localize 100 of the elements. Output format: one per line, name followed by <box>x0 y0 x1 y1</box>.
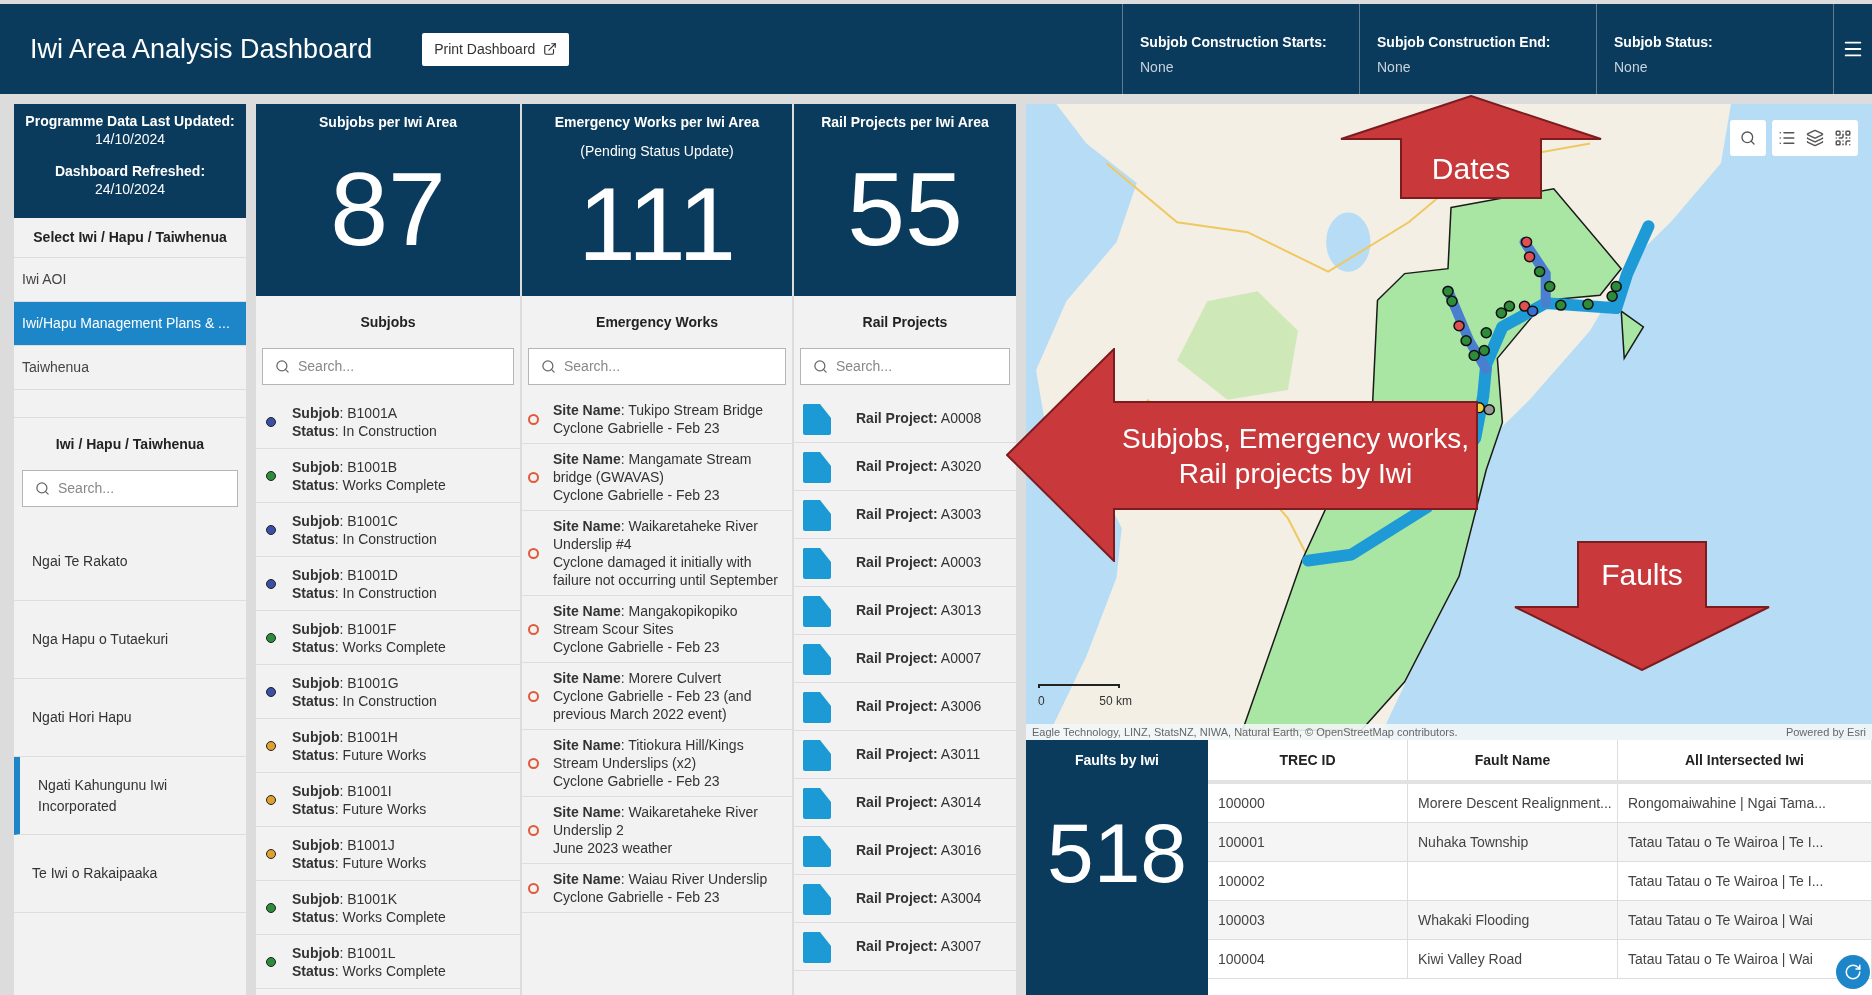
subjob-item[interactable]: Subjob: B1001F Status: Works Complete <box>256 611 520 665</box>
filter-option[interactable]: Iwi/Hapu Management Plans & ... <box>14 302 246 346</box>
table-cell-text: Tatau Tatau o Te Wairoa | Wai <box>1628 910 1813 930</box>
list-title: Subjobs <box>360 312 416 332</box>
table-row[interactable]: 100002 Tatau Tatau o Te Wairoa | Te I... <box>1208 862 1872 901</box>
emergency-item[interactable]: Site Name: Titiokura Hill/Kings Stream Underslips (x2) Cyclone Gabrielle - Feb 23 <box>522 730 792 797</box>
rail-project-item[interactable]: Rail Project: A3016 <box>794 827 1016 875</box>
filter-value: None <box>1614 58 1649 77</box>
rail-shape-icon <box>802 833 832 868</box>
ring-icon <box>528 471 539 483</box>
subjob-item[interactable]: Subjob: B1001C Status: In Construction <box>256 503 520 557</box>
filter-panel[interactable]: Subjob Construction End: None <box>1359 4 1596 94</box>
iwi-list-item[interactable]: Ngati Kahungunu Iwi Incorporated <box>14 757 246 835</box>
grid-icon[interactable] <box>1834 129 1852 147</box>
table-cell-text: Tatau Tatau o Te Wairoa | Wai <box>1628 949 1813 969</box>
kpi-value: 111 <box>577 172 737 276</box>
column-header[interactable]: All Intersected Iwi <box>1618 740 1872 780</box>
filter-panel[interactable]: Subjob Status: None <box>1596 4 1833 94</box>
rail-project-label: Rail Project: A0003 <box>856 553 982 572</box>
dashboard-title: Iwi Area Analysis Dashboard <box>30 32 373 66</box>
iwi-list-item[interactable]: Te Iwi o Rakaipaaka <box>14 835 246 913</box>
rail-project-item[interactable]: Rail Project: A3013 <box>794 587 1016 635</box>
emergency-item[interactable]: Site Name: Mangamate Stream bridge (GWAVAS) Cyclone Gabrielle - Feb 23 <box>522 444 792 511</box>
callout-label: Faults <box>1601 556 1683 593</box>
ring-icon <box>528 547 539 559</box>
search-icon <box>1740 130 1756 146</box>
table-row[interactable]: 100000 Morere Descent Realignment... Rongomaiwahine | Ngai Tama... <box>1208 784 1872 823</box>
filter-option[interactable]: Taiwhenua <box>14 346 246 390</box>
subjob-item[interactable]: Subjob: B1001B Status: Works Complete <box>256 449 520 503</box>
rail-project-item[interactable]: Rail Project: A3004 <box>794 875 1016 923</box>
site-name: Site Name: Tukipo Stream Bridge <box>553 401 764 419</box>
kpi-title: Emergency Works per Iwi Area <box>554 113 760 132</box>
ring-icon <box>528 413 539 425</box>
emergency-item[interactable]: Site Name: Waiau River Underslip Cyclone Gabrielle - Feb 23 <box>522 864 792 913</box>
emergency-item[interactable]: Site Name: Morere Culvert Cyclone Gabrielle - Feb 23 (and previous March 2022 event) <box>522 663 792 730</box>
table-row[interactable]: 100004 Kiwi Valley Road Tatau Tatau o Te Wairoa | Wai <box>1208 940 1872 979</box>
rail-project-label: Rail Project: A3011 <box>856 745 981 764</box>
emergency-item[interactable]: Site Name: Tukipo Stream Bridge Cyclone Gabrielle - Feb 23 <box>522 395 792 444</box>
search-field[interactable]: Search... <box>22 470 238 507</box>
iwi-list-item[interactable]: Ngai Te Rakato <box>14 523 246 601</box>
rail-project-item[interactable]: Rail Project: A0003 <box>794 539 1016 587</box>
subjob-item[interactable]: Subjob: B1001A Status: In Construction <box>256 395 520 449</box>
rail-project-item[interactable]: Rail Project: A3007 <box>794 923 1016 971</box>
rail-shape-icon <box>802 449 832 484</box>
ring-icon <box>528 690 539 702</box>
search-input[interactable]: Search... <box>564 356 773 377</box>
iwi-list-item[interactable]: Ngati Hori Hapu <box>14 679 246 757</box>
list-title: Select Iwi / Hapu / Taiwhenua <box>14 218 246 258</box>
iwi-list-item[interactable]: Nga Hapu o Tutaekuri <box>14 601 246 679</box>
table-row[interactable]: 100003 Whakaki Flooding Tatau Tatau o Te Wairoa | Wai <box>1208 901 1872 940</box>
kpi-value: 55 <box>847 157 963 261</box>
column-header[interactable]: Fault Name <box>1408 740 1618 780</box>
filter-value: None <box>1377 58 1412 77</box>
search-field[interactable]: Search... <box>800 348 1010 385</box>
rail-project-label: Rail Project: A3020 <box>856 457 982 476</box>
rail-project-label: Rail Project: A3003 <box>856 505 982 524</box>
subjob-item[interactable]: Subjob: B1001K Status: Works Complete <box>256 881 520 935</box>
rail-project-item[interactable]: Rail Project: A0007 <box>794 635 1016 683</box>
emergency-item[interactable]: Site Name: Waikaretaheke River Underslip 2 June 2023 weather <box>522 797 792 864</box>
search-icon <box>35 481 50 496</box>
search-input[interactable]: Search... <box>58 478 225 499</box>
table-cell-text: Kiwi Valley Road <box>1418 949 1522 969</box>
search-button[interactable] <box>1730 120 1766 156</box>
subjob-status: Status: Works Complete <box>292 961 446 980</box>
kpi-subtitle: (Pending Status Update) <box>580 142 734 161</box>
list-title: Iwi / Hapu / Taiwhenua <box>54 434 206 454</box>
print-dashboard-button[interactable]: Print Dashboard <box>422 32 570 66</box>
rail-shape-icon <box>802 737 832 772</box>
search-input[interactable]: Search... <box>836 356 997 377</box>
subjob-item[interactable]: Subjob: B1001H Status: Future Works <box>256 719 520 773</box>
subjob-id: Subjob: B1001L <box>292 943 397 962</box>
search-icon <box>813 359 828 374</box>
rail-project-item[interactable]: Rail Project: A3014 <box>794 779 1016 827</box>
subjob-id: Subjob: B1001J <box>292 835 396 854</box>
subjob-id: Subjob: B1001C <box>292 511 399 530</box>
search-field[interactable]: Search... <box>528 348 786 385</box>
rail-shape-icon <box>802 785 832 820</box>
subjob-item[interactable]: Subjob: B1001D Status: In Construction <box>256 557 520 611</box>
subjob-item[interactable]: Subjob: B1001G Status: In Construction <box>256 665 520 719</box>
rail-project-item[interactable]: Rail Project: A3003 <box>794 491 1016 539</box>
emergency-item[interactable]: Site Name: Mangakopikopiko Stream Scour Sites Cyclone Gabrielle - Feb 23 <box>522 596 792 663</box>
filter-panel[interactable]: Subjob Construction Starts: None <box>1122 4 1359 94</box>
subjob-item[interactable]: Subjob: B1001L Status: Works Complete <box>256 935 520 989</box>
search-field[interactable]: Search... <box>262 348 514 385</box>
rail-project-item[interactable]: Rail Project: A3011 <box>794 731 1016 779</box>
scale-end: 50 km <box>1099 693 1132 710</box>
subjob-item[interactable]: Subjob: B1001I Status: Future Works <box>256 773 520 827</box>
ring-icon <box>528 824 539 836</box>
subjob-item[interactable]: Subjob: B1001J Status: Future Works <box>256 827 520 881</box>
external-link-icon <box>543 42 558 56</box>
subjob-id: Subjob: B1001K <box>292 889 399 908</box>
rail-project-item[interactable]: Rail Project: A3006 <box>794 683 1016 731</box>
search-input[interactable]: Search... <box>298 356 501 377</box>
column-header[interactable]: TREC ID <box>1208 740 1408 780</box>
layers-icon[interactable] <box>1806 129 1824 147</box>
legend-list-icon[interactable] <box>1778 129 1796 147</box>
scale-start: 0 <box>1038 693 1045 710</box>
emergency-item[interactable]: Site Name: Waikaretaheke River Underslip #4 Cyclone damaged it initially with failure not occurring until September <box>522 511 792 596</box>
rail-project-item[interactable]: Rail Project: A0008 <box>794 395 1016 443</box>
table-row[interactable]: 100001 Nuhaka Township Tatau Tatau o Te Wairoa | Te I... <box>1208 823 1872 862</box>
